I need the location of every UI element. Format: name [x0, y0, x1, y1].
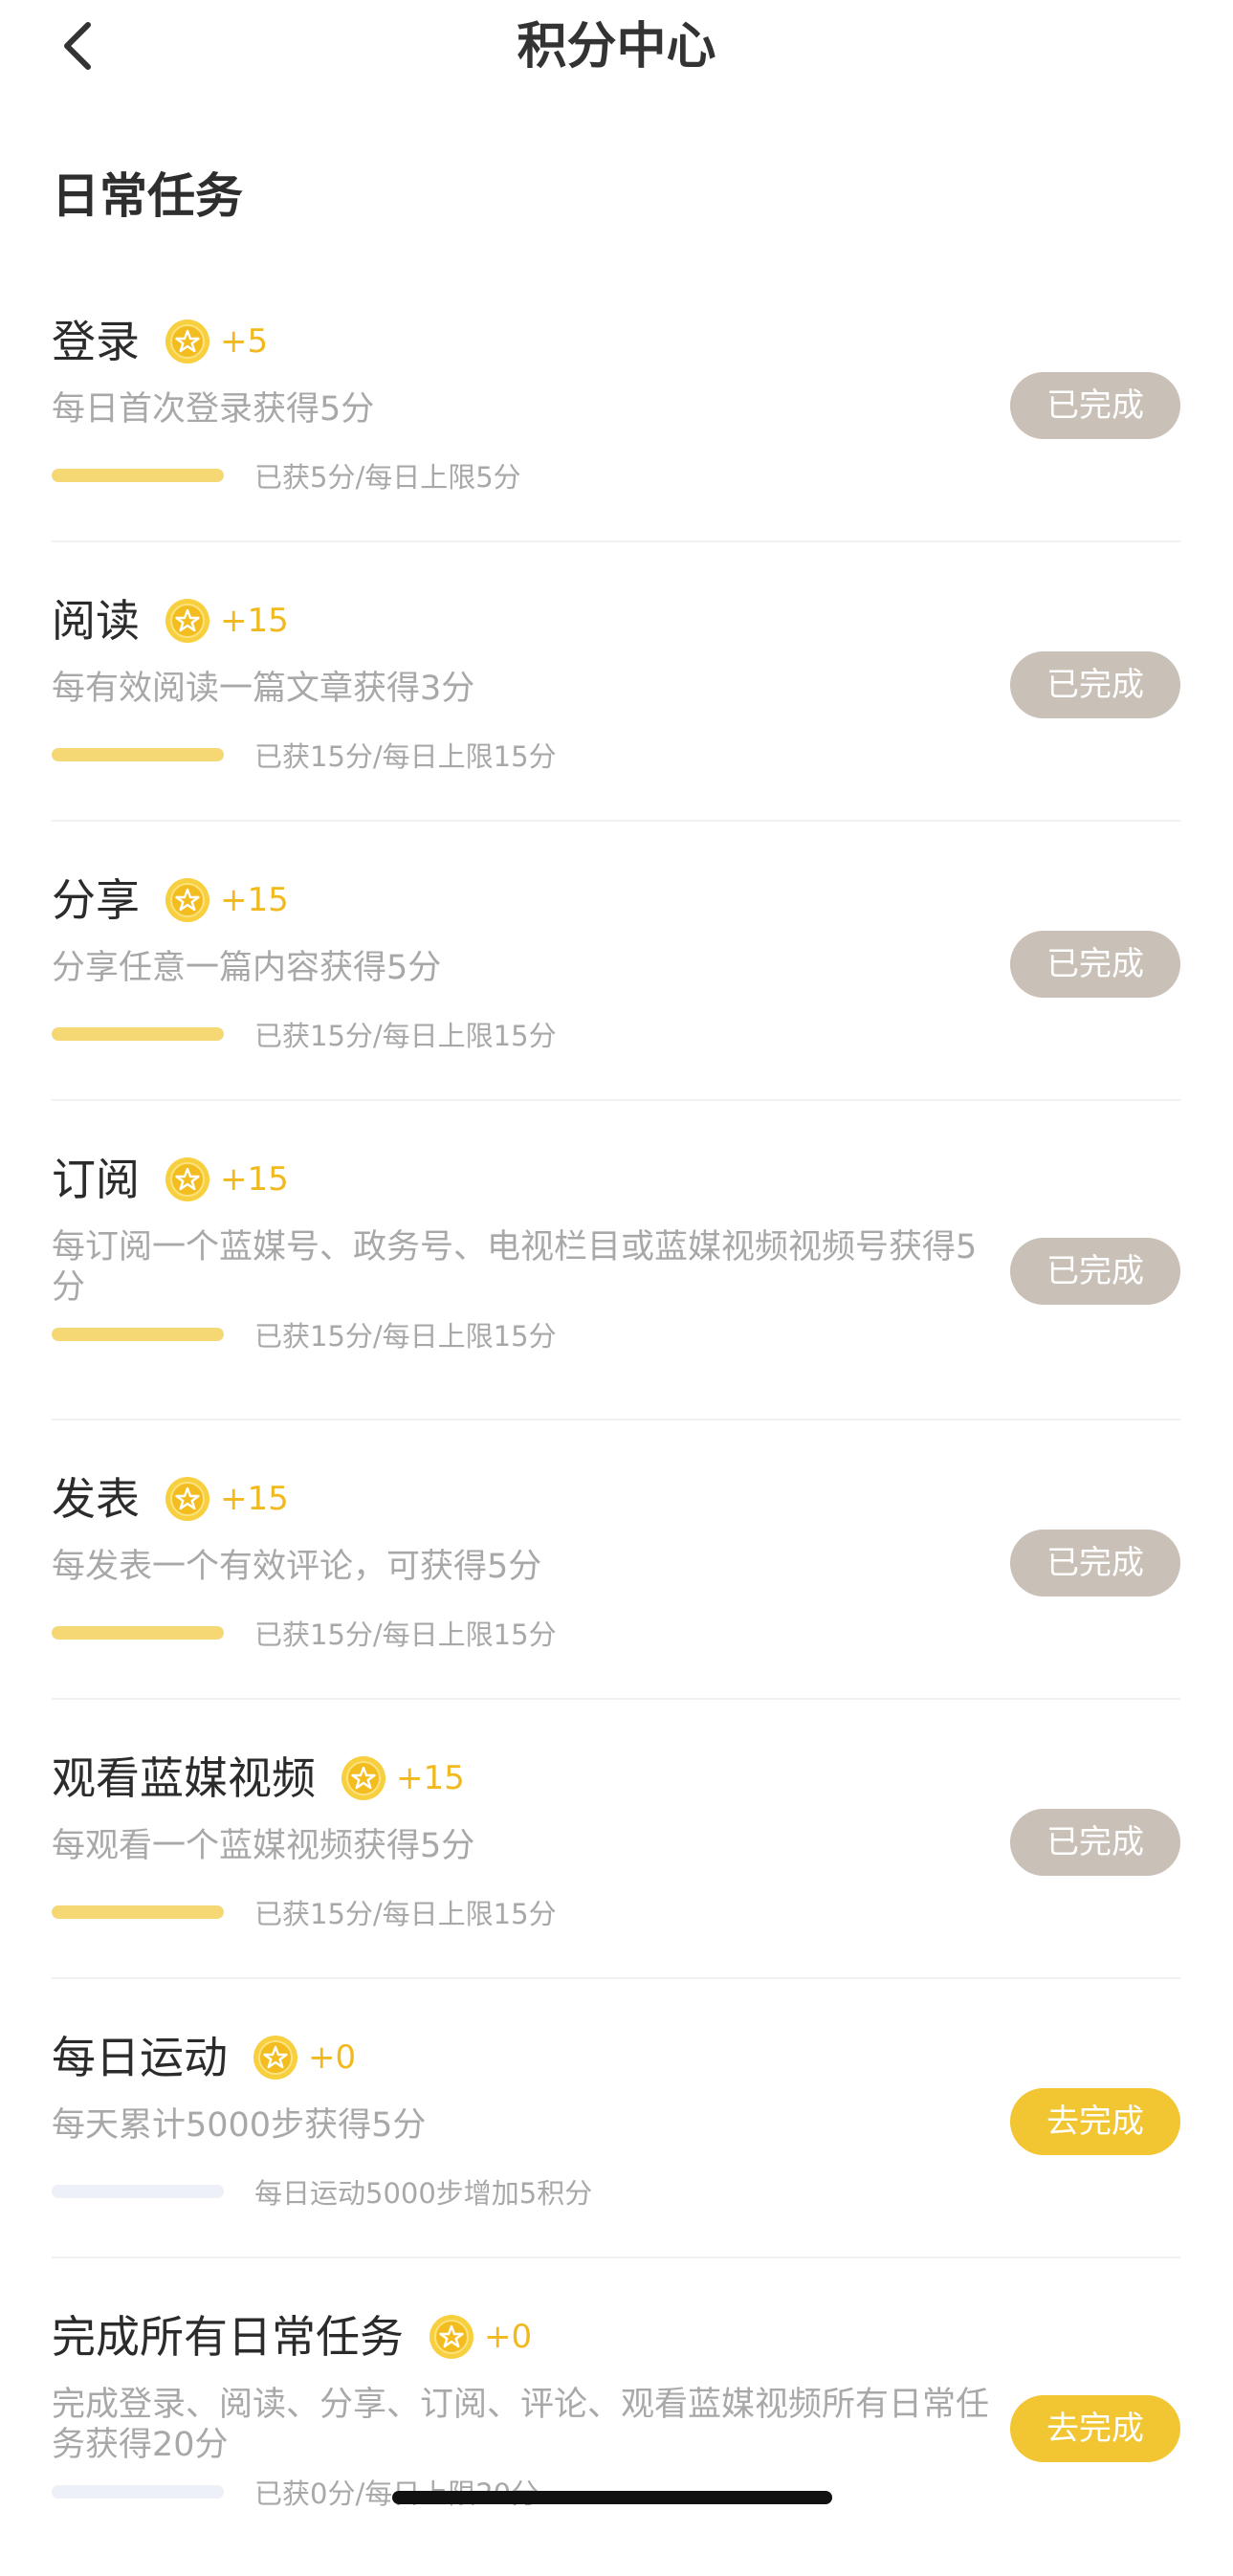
star-coin-icon: [429, 2315, 473, 2359]
task-header: 完成所有日常任务 +0: [52, 2306, 532, 2367]
task-points: +15: [220, 881, 289, 919]
task-description: 每发表一个有效评论，可获得5分: [52, 1548, 542, 1586]
task-item: 观看蓝媒视频 +15 每观看一个蓝媒视频获得5分已获15分/每日上限15分 已完成: [52, 1700, 1180, 1979]
progress-fill: [52, 1905, 224, 1919]
task-points: +15: [220, 1160, 289, 1199]
task-progress: 已获15分/每日上限15分: [52, 1616, 557, 1651]
task-item: 登录 +5 每日首次登录获得5分已获5分/每日上限5分 已完成: [52, 263, 1180, 542]
section-title: 日常任务: [52, 167, 243, 224]
progress-bar: [52, 1027, 224, 1041]
task-progress: 已获5分/每日上限5分: [52, 458, 521, 494]
task-description: 分享任意一篇内容获得5分: [52, 949, 442, 987]
star-coin-icon: [165, 1477, 209, 1521]
task-points: +0: [484, 2318, 533, 2356]
task-name: 发表: [52, 1473, 140, 1525]
task-name: 完成所有日常任务: [52, 2311, 404, 2363]
star-coin-icon: [341, 1756, 385, 1800]
home-indicator: [392, 2491, 832, 2504]
task-points: +15: [220, 602, 289, 640]
progress-text: 每日运动5000步增加5积分: [254, 2177, 593, 2210]
completed-button[interactable]: 已完成: [1010, 372, 1180, 439]
task-header: 每日运动 +0: [52, 2027, 356, 2088]
task-item: 完成所有日常任务 +0 完成登录、阅读、分享、订阅、评论、观看蓝媒视频所有日常任务获…: [52, 2258, 1180, 2576]
go-complete-button[interactable]: 去完成: [1010, 2395, 1180, 2462]
go-complete-button[interactable]: 去完成: [1010, 2088, 1180, 2155]
progress-fill: [52, 748, 224, 761]
task-progress: 已获15分/每日上限15分: [52, 1317, 557, 1353]
star-coin-icon: [165, 599, 209, 643]
task-progress: 已获15分/每日上限15分: [52, 1895, 557, 1930]
task-list: 登录 +5 每日首次登录获得5分 已获5分/每日上限5分 已完成 阅读 +15 每有效阅读一篇…: [52, 263, 1180, 2576]
task-item: 分享 +15 分享任意一篇内容获得5分已获15分/每日上限15分 已完成: [52, 822, 1180, 1101]
task-description: 每日首次登录获得5分: [52, 390, 375, 429]
completed-button[interactable]: 已完成: [1010, 1238, 1180, 1305]
progress-bar: [52, 2185, 224, 2198]
progress-bar: [52, 1905, 224, 1919]
task-description: 完成登录、阅读、分享、订阅、评论、观看蓝媒视频所有日常任务获得20分: [52, 2386, 990, 2464]
task-item: 发表 +15 每发表一个有效评论，可获得5分已获15分/每日上限15分 已完成: [52, 1420, 1180, 1700]
task-description: 每订阅一个蓝媒号、政务号、电视栏目或蓝媒视频视频号获得5分: [52, 1228, 978, 1307]
task-progress: 已获15分/每日上限15分: [52, 1017, 557, 1052]
progress-bar: [52, 1328, 224, 1341]
task-points: +5: [220, 322, 269, 361]
progress-bar: [52, 748, 224, 761]
progress-fill: [52, 469, 224, 482]
page-title: 积分中心: [517, 17, 716, 76]
progress-fill: [52, 1626, 224, 1640]
task-header: 订阅 +15: [52, 1149, 289, 1210]
task-points: +15: [396, 1759, 465, 1797]
progress-bar: [52, 1626, 224, 1640]
task-description: 每有效阅读一篇文章获得3分: [52, 670, 475, 708]
completed-button[interactable]: 已完成: [1010, 651, 1180, 718]
task-description: 每天累计5000步获得5分: [52, 2106, 427, 2145]
completed-button[interactable]: 已完成: [1010, 1530, 1180, 1596]
task-item: 订阅 +15 每订阅一个蓝媒号、政务号、电视栏目或蓝媒视频视频号获得5分已获15分/…: [52, 1101, 1180, 1420]
progress-text: 已获15分/每日上限15分: [254, 1020, 557, 1052]
header: 积分中心: [0, 0, 1233, 96]
completed-button[interactable]: 已完成: [1010, 1809, 1180, 1876]
task-name: 每日运动: [52, 2032, 228, 2083]
star-coin-icon: [165, 1157, 209, 1201]
task-header: 登录 +5: [52, 311, 268, 372]
task-item: 每日运动 +0 每天累计5000步获得5分每日运动5000步增加5积分 去完成: [52, 1979, 1180, 2258]
task-header: 观看蓝媒视频 +15: [52, 1748, 465, 1809]
task-name: 分享: [52, 874, 140, 926]
task-progress: 每日运动5000步增加5积分: [52, 2174, 593, 2210]
progress-fill: [52, 1328, 224, 1341]
progress-bar: [52, 469, 224, 482]
task-progress: 已获15分/每日上限15分: [52, 738, 557, 773]
progress-text: 已获5分/每日上限5分: [254, 461, 521, 494]
task-item: 阅读 +15 每有效阅读一篇文章获得3分已获15分/每日上限15分 已完成: [52, 542, 1180, 822]
progress-text: 已获15分/每日上限15分: [254, 1320, 557, 1353]
progress-text: 已获15分/每日上限15分: [254, 740, 557, 773]
progress-text: 已获15分/每日上限15分: [254, 1618, 557, 1651]
task-name: 观看蓝媒视频: [52, 1752, 316, 1804]
progress-fill: [52, 1027, 224, 1041]
task-name: 登录: [52, 316, 140, 367]
star-coin-icon: [253, 2036, 297, 2080]
progress-text: 已获15分/每日上限15分: [254, 1898, 557, 1930]
task-header: 阅读 +15: [52, 590, 289, 651]
task-header: 分享 +15: [52, 870, 289, 931]
task-description: 每观看一个蓝媒视频获得5分: [52, 1827, 475, 1865]
completed-button[interactable]: 已完成: [1010, 931, 1180, 998]
task-points: +15: [220, 1480, 289, 1518]
progress-bar: [52, 2485, 224, 2499]
task-name: 订阅: [52, 1154, 140, 1205]
task-header: 发表 +15: [52, 1468, 289, 1530]
task-name: 阅读: [52, 595, 140, 647]
star-coin-icon: [165, 878, 209, 922]
task-points: +0: [308, 2038, 357, 2077]
star-coin-icon: [165, 319, 209, 363]
